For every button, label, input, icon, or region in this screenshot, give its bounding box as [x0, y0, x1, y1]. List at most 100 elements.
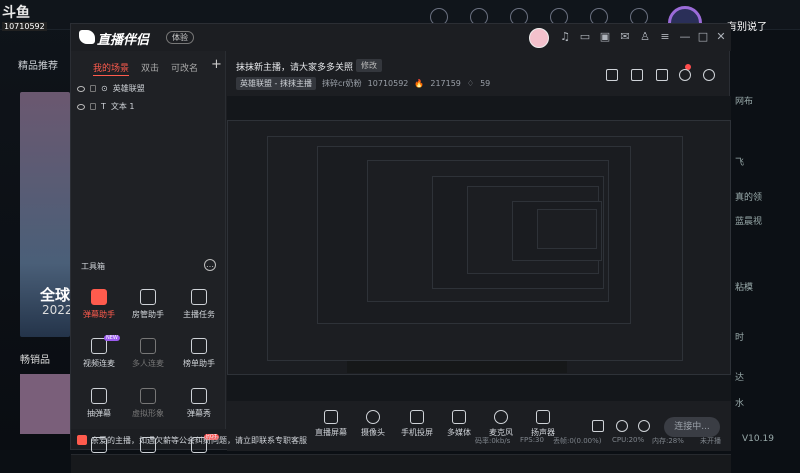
tab-rename[interactable]: 可改名: [171, 61, 198, 74]
tab-double-click[interactable]: 双击: [141, 61, 159, 74]
go-live-button[interactable]: 连接中...: [664, 417, 720, 437]
eye-icon[interactable]: [616, 420, 628, 432]
edit-title-button[interactable]: 修改: [356, 59, 382, 72]
tool-room-manager[interactable]: 房管助手: [123, 289, 173, 320]
memory-stat: 内存:28%: [652, 436, 684, 446]
tool-draw-danmaku[interactable]: 抽弹幕: [74, 388, 124, 419]
background-app-logo: 斗鱼: [2, 2, 30, 22]
background-right-item: 网布: [735, 94, 753, 107]
beta-badge[interactable]: 体验: [166, 31, 194, 44]
record-icon[interactable]: [592, 420, 604, 432]
scene-item-label: 英雄联盟: [113, 83, 145, 94]
background-right-text: 有别说了: [727, 18, 767, 33]
lock-icon[interactable]: [631, 69, 643, 81]
bitrate-stat: 码率:0kb/s: [475, 436, 510, 446]
layout-icon[interactable]: [656, 69, 668, 81]
fps-stat: FPS:30: [520, 436, 544, 444]
status-bar: [71, 454, 731, 473]
streaming-companion-window: 直播伴侣 体验 ♫ ▭ ▣ ✉ ♙ ≡ — □ ✕ 我的场景 双击 可改名 + …: [70, 23, 730, 450]
preview-level-8: [537, 209, 597, 249]
app-name: 直播伴侣: [97, 29, 149, 48]
background-right-item: 时: [735, 330, 744, 343]
tool-danmaku-show[interactable]: 弹幕秀: [174, 388, 224, 419]
room-number: 10710592: [368, 79, 409, 88]
refresh-icon: [91, 388, 107, 404]
live-state: 未开播: [700, 436, 721, 446]
shirt-icon[interactable]: ♙: [639, 31, 651, 43]
app-logo-icon: [79, 30, 95, 44]
stream-title: 抹抹新主播，请大家多多关照: [236, 60, 353, 73]
maximize-icon[interactable]: □: [697, 31, 709, 43]
screen-icon: [324, 410, 338, 424]
scene-panel: 我的场景 双击 可改名 + ⊙ 英雄联盟 T 文本 1 工具箱 … 弹幕助手 房…: [71, 51, 226, 429]
add-scene-button[interactable]: +: [211, 57, 222, 72]
background-right-item: 飞: [735, 155, 744, 168]
toolbox-more-button[interactable]: …: [204, 259, 216, 271]
scene-item[interactable]: T 文本 1: [77, 101, 135, 112]
message-icon[interactable]: ✉: [619, 31, 631, 43]
background-right-item: 水: [735, 396, 744, 409]
background-banner-year: 2022: [42, 303, 73, 317]
download-icon: [140, 388, 156, 404]
background-product-card[interactable]: [20, 374, 70, 434]
tool-streamer-task[interactable]: 主播任务: [174, 289, 224, 320]
category-selector[interactable]: 英雄联盟 - 抹抹主播: [236, 77, 316, 90]
preview-status-strip: [347, 361, 567, 373]
background-right-item: 达: [735, 370, 744, 383]
tab-indicator: [93, 75, 129, 76]
streamer-name: 抹碎cr奶粉: [322, 78, 362, 89]
stream-preview[interactable]: [227, 96, 731, 401]
lock-icon[interactable]: [90, 85, 96, 92]
chat-icon[interactable]: ▭: [579, 31, 591, 43]
settings-icon[interactable]: [638, 420, 650, 432]
title-bar: 直播伴侣 体验 ♫ ▭ ▣ ✉ ♙ ≡ — □ ✕: [71, 24, 731, 51]
background-right-item: 粘模: [735, 280, 753, 293]
stream-meta: 英雄联盟 - 抹抹主播 抹碎cr奶粉 10710592 🔥 217159 ♢ 5…: [236, 77, 490, 90]
background-right-item: 蓝晨视: [735, 214, 762, 227]
lock-icon[interactable]: [90, 103, 96, 110]
share-icon[interactable]: [703, 69, 715, 81]
tool-danmaku-assistant[interactable]: 弹幕助手: [74, 289, 124, 320]
play-icon: [452, 410, 466, 424]
game-icon: ⊙: [101, 84, 108, 93]
speaker-button[interactable]: 扬声器: [518, 410, 568, 438]
background-right-panel: [730, 30, 800, 450]
eye-icon[interactable]: [77, 104, 85, 110]
tool-video-link[interactable]: 视频连麦NEW: [74, 338, 124, 369]
camera-icon: [366, 410, 380, 424]
camera-button[interactable]: 摄像头: [348, 410, 398, 438]
scene-item[interactable]: ⊙ 英雄联盟: [77, 83, 145, 94]
tool-multi-link[interactable]: 多人连麦: [123, 338, 173, 369]
minimize-icon[interactable]: —: [679, 31, 691, 43]
eye-icon[interactable]: [77, 86, 85, 92]
user-avatar[interactable]: [529, 28, 549, 48]
popularity-count: 217159: [430, 79, 461, 88]
toolbox-label: 工具箱: [81, 261, 105, 272]
fans-count: 59: [480, 79, 490, 88]
notice-icon: [77, 435, 87, 445]
monitor-icon[interactable]: ▣: [599, 31, 611, 43]
tool-rank-assistant[interactable]: 榜单助手: [174, 338, 224, 369]
download-icon: [140, 338, 156, 354]
close-icon[interactable]: ✕: [715, 31, 727, 43]
task-icon: [191, 289, 207, 305]
danmaku-show-icon: [191, 388, 207, 404]
notice-text[interactable]: 亲爱的主播，如遇欠薪等公会纠纷问题，请立即联系专职客服: [91, 435, 307, 446]
tool-virtual-avatar[interactable]: 虚拟形象: [123, 388, 173, 419]
danmaku-icon: [91, 289, 107, 305]
tab-my-scenes[interactable]: 我的场景: [93, 61, 129, 74]
menu-icon[interactable]: ≡: [659, 31, 671, 43]
microphone-icon: [494, 410, 508, 424]
bell-icon[interactable]: [679, 69, 691, 81]
user-icon: [140, 289, 156, 305]
phone-icon: [410, 410, 424, 424]
headset-icon[interactable]: ♫: [559, 31, 571, 43]
dropped-frames-stat: 丢帧:0(0.00%): [553, 436, 602, 446]
background-sold-label: 畅销品: [20, 351, 50, 366]
cpu-stat: CPU:20%: [612, 436, 644, 444]
fans-icon: ♢: [467, 79, 474, 88]
fire-icon: 🔥: [414, 79, 424, 88]
background-version: V10.19: [742, 434, 774, 444]
background-tab[interactable]: 精品推荐: [18, 57, 58, 72]
gift-icon[interactable]: [606, 69, 618, 81]
